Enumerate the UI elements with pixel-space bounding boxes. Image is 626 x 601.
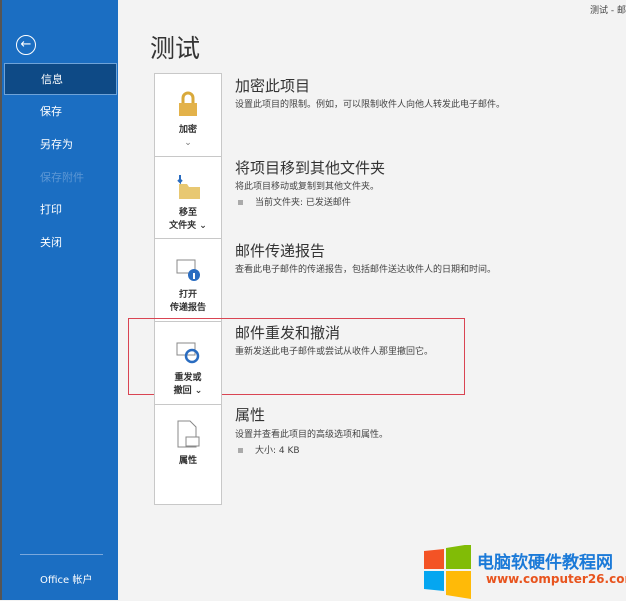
folder-move-icon	[155, 167, 221, 207]
button-label: 文件夹 ⌄	[169, 221, 207, 231]
button-label: 属性	[178, 456, 197, 466]
sidebar-item-print[interactable]: 打印	[4, 194, 117, 226]
divider	[20, 554, 103, 555]
button-label: 重发或	[174, 373, 202, 383]
watermark-url: www.computer26.com	[486, 572, 626, 586]
button-label: 加密	[178, 125, 197, 135]
back-arrow-icon[interactable]: ←	[16, 35, 36, 55]
button-label: 移至	[178, 208, 197, 218]
lock-icon	[155, 84, 221, 124]
sidebar-item-info[interactable]: 信息	[4, 63, 117, 95]
windows-logo-icon	[424, 545, 471, 599]
section-title: 属性	[235, 406, 266, 424]
section-title: 将项目移到其他文件夹	[235, 159, 386, 177]
section-description: 设置并查看此项目的高级选项和属性。	[235, 430, 389, 440]
section-title: 加密此项目	[235, 77, 311, 95]
sidebar: ← 信息 保存 另存为 保存附件 打印 关闭 Office 帐户	[0, 0, 118, 600]
sidebar-item-save-attachments: 保存附件	[40, 171, 84, 184]
button-label: 撤回 ⌄	[173, 386, 203, 396]
properties-button[interactable]: 属性	[154, 404, 222, 505]
chevron-down-icon: ⌄	[184, 138, 192, 148]
size-info: 大小: 4 KB	[238, 443, 300, 456]
page-title: 测试	[150, 34, 201, 63]
properties-document-icon	[155, 415, 221, 455]
button-label: 传递报告	[169, 303, 206, 313]
current-folder-info: 当前文件夹: 已发送邮件	[238, 195, 351, 208]
delivery-report-icon	[155, 249, 221, 289]
button-label: 打开	[178, 290, 197, 300]
section-title: 邮件传递报告	[235, 242, 326, 260]
section-description: 将此项目移动或复制到其他文件夹。	[235, 182, 380, 192]
resend-icon	[155, 332, 221, 372]
meta-text: 当前文件夹: 已发送邮件	[255, 198, 351, 208]
sidebar-item-close[interactable]: 关闭	[4, 227, 117, 259]
watermark-name: 电脑软硬件教程网	[477, 553, 613, 573]
window-title: 测试 - 邮	[590, 6, 626, 16]
sidebar-item-save-as[interactable]: 另存为	[4, 129, 117, 161]
section-title: 邮件重发和撤消	[235, 324, 341, 342]
sidebar-item-save[interactable]: 保存	[4, 96, 117, 128]
section-description: 查看此电子邮件的传递报告，包括邮件送达收件人的日期和时间。	[235, 265, 497, 275]
meta-text: 大小: 4 KB	[255, 446, 300, 456]
section-description: 重新发送此电子邮件或尝试从收件人那里撤回它。	[235, 347, 434, 357]
sidebar-item-office-account[interactable]: Office 帐户	[40, 571, 92, 586]
section-description: 设置此项目的限制。例如，可以限制收件人向他人转发此电子邮件。	[235, 100, 506, 110]
